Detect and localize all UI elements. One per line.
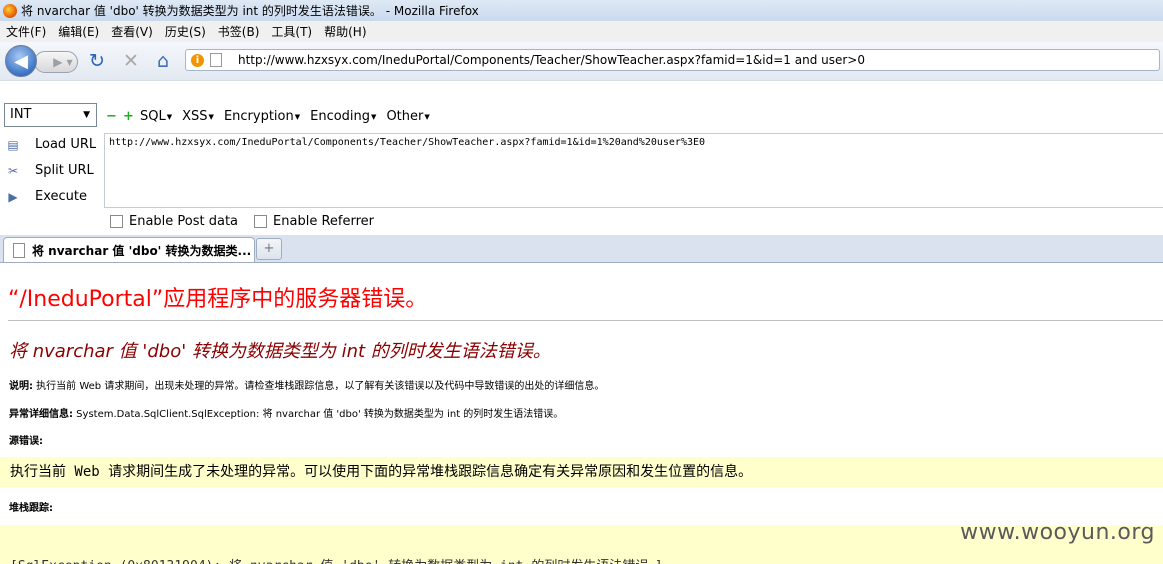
exception-text: System.Data.SqlClient.SqlException: 将 nv… — [73, 409, 564, 420]
description-text: 执行当前 Web 请求期间，出现未处理的异常。请检查堆栈跟踪信息，以了解有关该错… — [33, 381, 605, 392]
enable-referrer-label: Enable Referrer — [273, 214, 374, 229]
menu-bookmarks[interactable]: 书签(B) — [218, 23, 260, 40]
menu-sql-label: SQL — [140, 109, 166, 124]
split-url-button[interactable]: ✂ Split URL — [4, 163, 94, 178]
back-arrow-icon: ◀ — [14, 50, 28, 72]
caret-down-icon: ▼ — [424, 112, 430, 121]
menu-encoding[interactable]: Encoding▼ — [310, 109, 376, 124]
watermark: www.wooyun.org — [960, 520, 1155, 545]
menu-xss[interactable]: XSS▼ — [182, 109, 214, 124]
divider — [8, 320, 1163, 321]
exception-label: 异常详细信息: — [9, 409, 73, 420]
source-error-box: 执行当前 Web 请求期间生成了未处理的异常。可以使用下面的异常堆栈跟踪信息确定… — [0, 457, 1163, 487]
dropdown-arrow-icon: ▼ — [83, 110, 90, 120]
printer-icon: ▤ — [7, 137, 19, 152]
firefox-logo-icon — [3, 3, 17, 18]
hackbar-type-select[interactable]: INT ▼ — [4, 103, 97, 127]
tab-strip: 将 nvarchar 值 'dbo' 转换为数据类... + — [0, 235, 1163, 263]
split-url-label: Split URL — [35, 163, 94, 178]
menu-file[interactable]: 文件(F) — [6, 23, 46, 40]
menu-encoding-label: Encoding — [310, 109, 371, 124]
menu-help[interactable]: 帮助(H) — [324, 23, 366, 40]
document-icon — [13, 242, 25, 258]
hackbar-select-value: INT — [10, 107, 32, 122]
error-title: “/IneduPortal”应用程序中的服务器错误。 — [8, 287, 428, 312]
exception-details-line: 异常详细信息: System.Data.SqlClient.SqlExcepti… — [9, 405, 563, 420]
stack-trace-label: 堆栈跟踪: — [9, 503, 53, 514]
menu-history[interactable]: 历史(S) — [165, 23, 206, 40]
play-icon: ▶ — [8, 189, 18, 204]
hackbar-options: Enable Post data Enable Referrer — [110, 214, 390, 229]
home-icon[interactable]: ⌂ — [157, 50, 169, 72]
menu-other[interactable]: Other▼ — [386, 109, 429, 124]
navigation-toolbar: ▶ ▼ ◀ ↻ ✕ ⌂ i http://www.hzxsyx.com/Ined… — [0, 42, 1163, 80]
menu-sql[interactable]: SQL▼ — [140, 109, 172, 124]
hackbar-toolbar: − + SQL▼ XSS▼ Encryption▼ Encoding▼ Othe… — [106, 109, 440, 124]
menu-edit[interactable]: 编辑(E) — [58, 23, 99, 40]
window-title: 将 nvarchar 值 'dbo' 转换为数据类型为 int 的列时发生语法错… — [21, 4, 479, 18]
address-bar[interactable]: i http://www.hzxsyx.com/IneduPortal/Comp… — [185, 49, 1160, 71]
error-subtitle: 将 nvarchar 值 'dbo' 转换为数据类型为 int 的列时发生语法错… — [9, 341, 551, 362]
menu-encryption-label: Encryption — [223, 109, 294, 124]
stack-trace-line: [SqlException (0x80131904): 将 nvarchar 值… — [10, 555, 663, 564]
checkbox-box[interactable] — [254, 215, 268, 228]
load-url-button[interactable]: ▤ Load URL — [4, 137, 96, 152]
hackbar-url-textarea[interactable]: http://www.hzxsyx.com/IneduPortal/Compon… — [104, 133, 1163, 208]
site-identity-icon[interactable]: i — [191, 53, 204, 67]
caret-down-icon: ▼ — [166, 112, 173, 121]
decrease-icon[interactable]: − — [106, 110, 117, 123]
back-button[interactable]: ◀ — [5, 45, 37, 77]
new-tab-button[interactable]: + — [256, 238, 282, 260]
description-label: 说明: — [9, 381, 33, 392]
caret-down-icon: ▼ — [294, 112, 301, 121]
execute-button[interactable]: ▶ Execute — [4, 189, 87, 204]
load-url-label: Load URL — [35, 137, 97, 152]
plus-icon: + — [263, 241, 275, 256]
checkbox-box[interactable] — [110, 215, 123, 228]
scissors-icon: ✂ — [7, 163, 19, 178]
enable-referrer-checkbox[interactable]: Enable Referrer — [254, 214, 374, 229]
menu-encryption[interactable]: Encryption▼ — [224, 109, 300, 124]
caret-down-icon: ▼ — [208, 112, 214, 121]
history-dropdown-icon: ▼ — [66, 57, 73, 67]
forward-button[interactable]: ▶ ▼ — [34, 51, 78, 73]
menu-other-label: Other — [386, 109, 424, 124]
source-error-label: 源错误: — [9, 436, 43, 447]
menu-view[interactable]: 查看(V) — [111, 23, 153, 40]
address-input[interactable]: http://www.hzxsyx.com/IneduPortal/Compon… — [238, 53, 865, 67]
menu-xss-label: XSS — [182, 109, 208, 124]
tab-label: 将 nvarchar 值 'dbo' 转换为数据类... — [32, 243, 252, 258]
description-line: 说明: 执行当前 Web 请求期间，出现未处理的异常。请检查堆栈跟踪信息，以了解… — [9, 377, 604, 392]
window-titlebar: 将 nvarchar 值 'dbo' 转换为数据类型为 int 的列时发生语法错… — [0, 0, 1163, 21]
page-favicon-icon — [210, 53, 222, 67]
reload-icon[interactable]: ↻ — [89, 50, 105, 72]
enable-post-checkbox[interactable]: Enable Post data — [110, 214, 238, 229]
execute-label: Execute — [35, 189, 87, 204]
hackbar-panel: INT ▼ − + SQL▼ XSS▼ Encryption▼ Encoding… — [0, 80, 1163, 236]
increase-icon[interactable]: + — [123, 110, 134, 123]
menu-tools[interactable]: 工具(T) — [271, 23, 312, 40]
page-content: “/IneduPortal”应用程序中的服务器错误。 将 nvarchar 值 … — [0, 263, 1163, 564]
stop-icon[interactable]: ✕ — [123, 50, 139, 72]
tab-current[interactable]: 将 nvarchar 值 'dbo' 转换为数据类... — [3, 237, 255, 262]
forward-arrow-icon: ▶ — [53, 55, 63, 69]
enable-post-label: Enable Post data — [129, 214, 239, 229]
caret-down-icon: ▼ — [371, 112, 377, 121]
menu-bar: 文件(F) 编辑(E) 查看(V) 历史(S) 书签(B) 工具(T) 帮助(H… — [0, 21, 1163, 42]
